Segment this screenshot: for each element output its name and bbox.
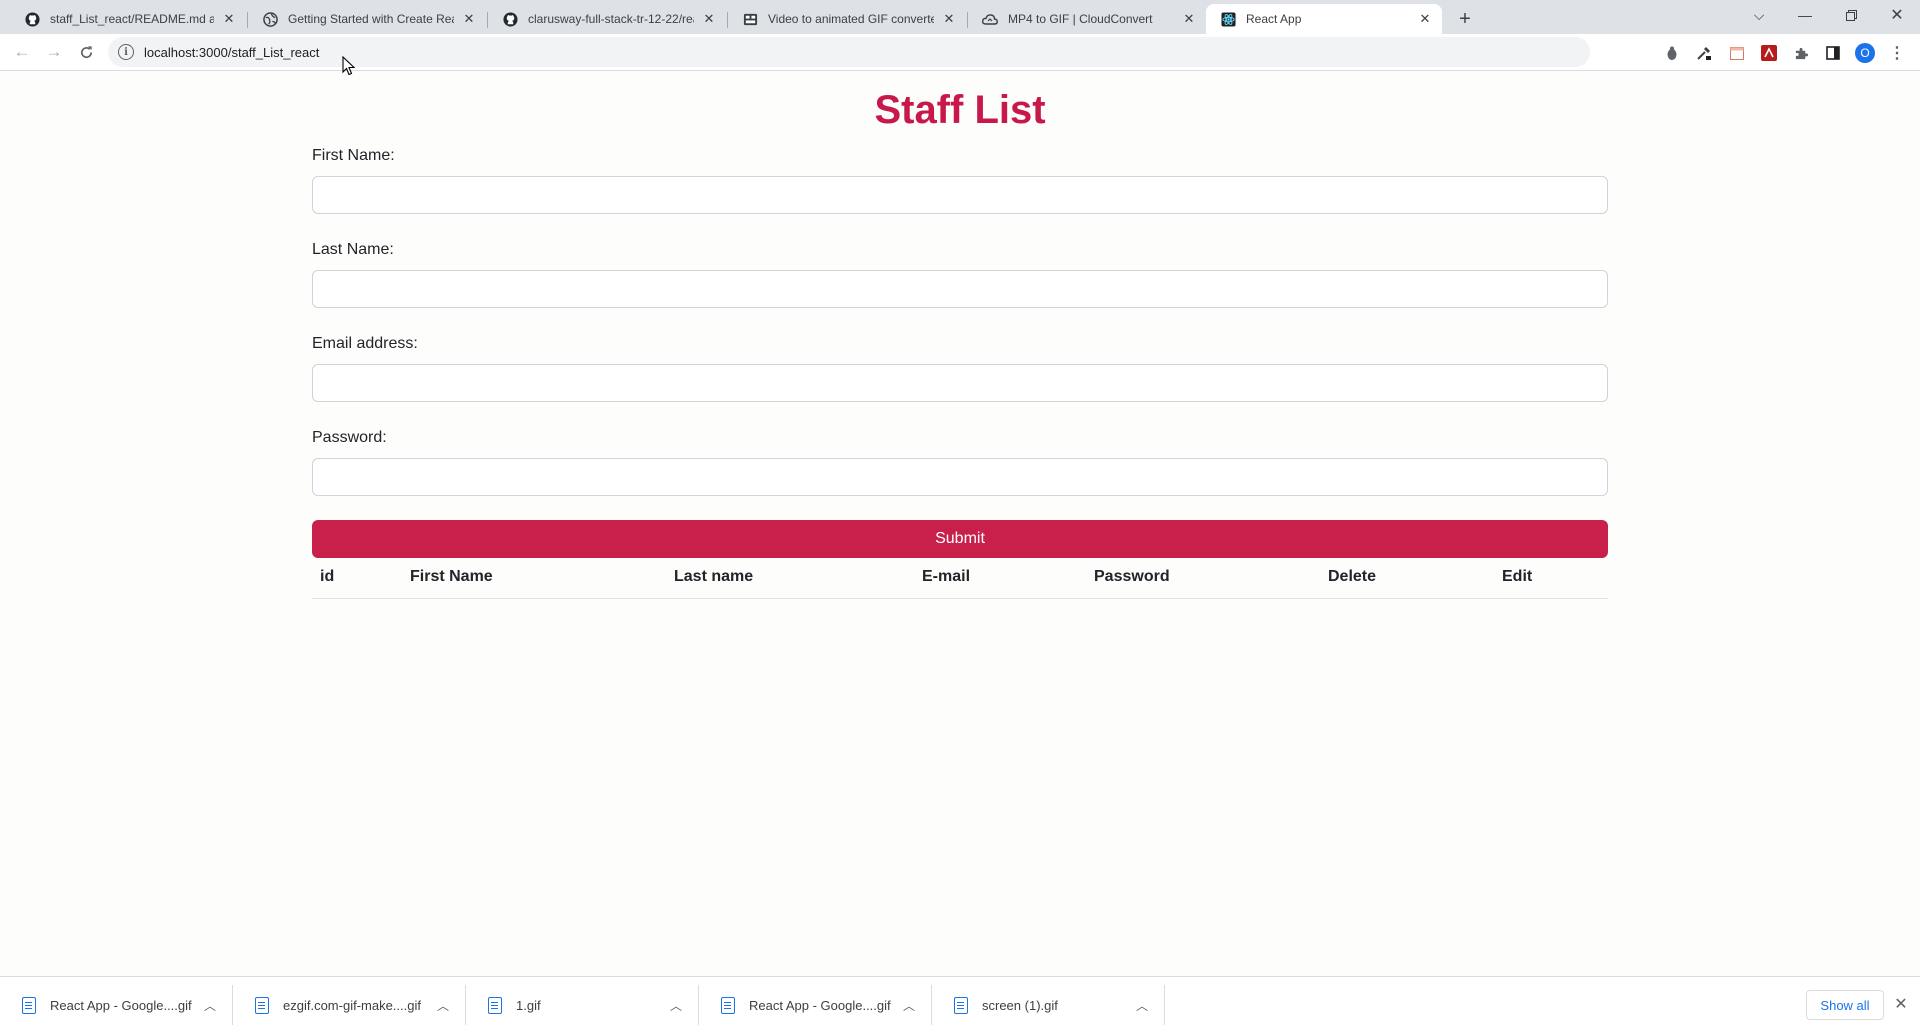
extension-calendar-icon[interactable] [1727, 43, 1747, 63]
column-header-id: id [312, 556, 402, 599]
tab-react-app[interactable]: React App ✕ [1206, 4, 1442, 34]
chevron-up-icon[interactable]: ︿ [899, 997, 919, 1014]
tab-strip: staff_List_react/README.md at m ✕ Gettin… [0, 0, 1920, 34]
download-filename: React App - Google....gif [749, 997, 891, 1013]
password-input[interactable] [312, 458, 1608, 496]
chevron-up-icon[interactable]: ︿ [433, 997, 453, 1014]
column-header-first-name: First Name [402, 556, 666, 599]
staff-table: id First Name Last name E-mail Password … [312, 556, 1608, 599]
close-icon[interactable]: ✕ [940, 10, 958, 28]
side-panel-icon[interactable] [1823, 43, 1843, 63]
new-tab-button[interactable]: + [1452, 6, 1478, 32]
show-all-downloads-button[interactable]: Show all [1806, 990, 1884, 1020]
download-item[interactable]: screen (1).gif ︿ [932, 985, 1165, 1025]
download-item[interactable]: 1.gif ︿ [466, 985, 699, 1025]
reload-icon [80, 45, 92, 58]
mouse-cursor-icon [342, 56, 356, 76]
close-icon[interactable]: ✕ [220, 10, 238, 28]
first-name-label: First Name: [312, 147, 395, 164]
tab-title: clarusway-full-stack-tr-12-22/rea [528, 12, 694, 26]
close-icon[interactable]: ✕ [1180, 10, 1198, 28]
download-item[interactable]: ezgif.com-gif-make....gif ︿ [233, 985, 466, 1025]
file-icon [954, 996, 968, 1014]
tab-cloudconvert[interactable]: MP4 to GIF | CloudConvert ✕ [968, 4, 1206, 34]
address-bar[interactable]: i localhost:3000/staff_List_react [108, 37, 1590, 67]
avatar-initial: O [1855, 43, 1875, 63]
file-icon [255, 996, 269, 1014]
back-button[interactable]: ← [8, 38, 36, 66]
close-icon[interactable]: ✕ [460, 10, 478, 28]
page-title: Staff List [874, 88, 1046, 132]
file-icon [488, 996, 502, 1014]
chevron-up-icon[interactable]: ︿ [666, 997, 686, 1014]
browser-toolbar: ← → i localhost:3000/staff_List_react ☆ [0, 34, 1920, 95]
restore-icon [1845, 9, 1857, 21]
submit-button[interactable]: Submit [312, 520, 1608, 558]
email-input[interactable] [312, 364, 1608, 402]
download-filename: ezgif.com-gif-make....gif [283, 997, 421, 1013]
url-text[interactable]: localhost:3000/staff_List_react [144, 45, 319, 60]
tab-readme[interactable]: staff_List_react/README.md at m ✕ [10, 4, 246, 34]
download-filename: screen (1).gif [982, 997, 1058, 1013]
last-name-input[interactable] [312, 270, 1608, 308]
download-filename: React App - Google....gif [50, 997, 192, 1013]
github-icon [24, 11, 40, 27]
table-header-row: id First Name Last name E-mail Password … [312, 556, 1608, 599]
window-close-button[interactable]: ✕ [1874, 0, 1920, 30]
globe-icon [262, 11, 278, 27]
first-name-input[interactable] [312, 176, 1608, 214]
restore-button[interactable] [1828, 0, 1874, 30]
file-icon [721, 996, 735, 1014]
staff-form: First Name: Last Name: Email address: Pa… [312, 144, 1608, 558]
react-icon [1220, 11, 1236, 27]
forward-button[interactable]: → [40, 38, 68, 66]
download-item[interactable]: React App - Google....gif ︿ [699, 985, 932, 1025]
tab-search-chevron-icon[interactable]: ⌵ [1736, 0, 1782, 30]
tab-title: MP4 to GIF | CloudConvert [1008, 12, 1153, 26]
close-icon[interactable]: ✕ [1890, 993, 1912, 1015]
column-header-password: Password [1086, 556, 1320, 599]
tab-title: React App [1246, 12, 1302, 26]
password-label: Password: [312, 429, 387, 446]
tab-ezgif[interactable]: Video to animated GIF converter ✕ [728, 4, 966, 34]
browser-menu-icon[interactable]: ⋮ [1887, 43, 1907, 63]
column-header-email: E-mail [914, 556, 1086, 599]
chevron-up-icon[interactable]: ︿ [1132, 997, 1152, 1014]
minimize-button[interactable]: — [1782, 0, 1828, 30]
extension-eyedropper-icon[interactable] [1694, 43, 1714, 63]
github-icon [502, 11, 518, 27]
extension-red-icon[interactable] [1759, 43, 1779, 63]
download-item[interactable]: React App - Google....gif ︿ [0, 985, 233, 1025]
download-filename: 1.gif [516, 997, 541, 1013]
page-content: Staff List First Name: Last Name: Email … [0, 56, 1920, 976]
email-label: Email address: [312, 335, 418, 352]
tab-clarusway[interactable]: clarusway-full-stack-tr-12-22/rea ✕ [488, 4, 726, 34]
cloud-icon [982, 11, 998, 27]
extension-bug-icon[interactable] [1662, 43, 1682, 63]
chevron-up-icon[interactable]: ︿ [200, 997, 220, 1014]
last-name-label: Last Name: [312, 241, 394, 258]
profile-avatar[interactable]: O [1855, 43, 1875, 63]
column-header-last-name: Last name [666, 556, 914, 599]
site-info-icon[interactable]: i [118, 44, 134, 60]
close-icon[interactable]: ✕ [700, 10, 718, 28]
tab-title: staff_List_react/README.md at m [50, 12, 214, 26]
download-shelf: React App - Google....gif ︿ ezgif.com-gi… [0, 976, 1920, 1032]
extensions-puzzle-icon[interactable] [1791, 43, 1811, 63]
tab-title: Getting Started with Create Reac [288, 12, 454, 26]
close-icon[interactable]: ✕ [1416, 10, 1434, 28]
tab-getting-started[interactable]: Getting Started with Create Reac ✕ [248, 4, 486, 34]
tab-title: Video to animated GIF converter [768, 12, 934, 26]
reload-button[interactable] [72, 38, 100, 66]
column-header-edit: Edit [1494, 556, 1608, 599]
file-icon [22, 996, 36, 1014]
column-header-delete: Delete [1320, 556, 1494, 599]
ezgif-icon [742, 11, 758, 27]
